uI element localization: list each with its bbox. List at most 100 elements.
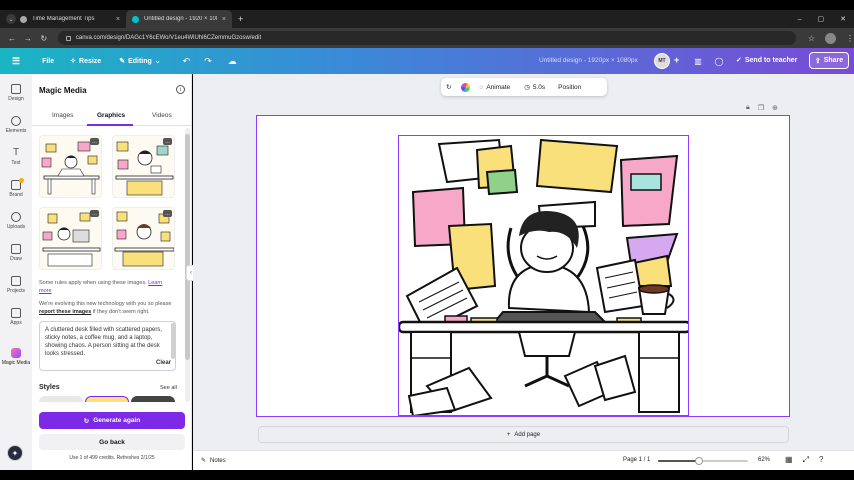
browser-tab-time-management[interactable]: Time Management Tips × — [14, 10, 126, 28]
zoom-slider-knob[interactable] — [694, 457, 703, 465]
close-window-button[interactable]: ✕ — [840, 15, 846, 23]
document-title[interactable]: Untitled design - 1920px × 1080px — [539, 57, 638, 64]
scrollbar-thumb[interactable] — [185, 134, 190, 360]
rail-item-apps[interactable]: Apps — [0, 308, 32, 326]
tab-search-icon[interactable]: ⌄ — [6, 14, 16, 24]
resize-label: Resize — [79, 57, 102, 65]
prompt-scrollbar[interactable] — [171, 323, 175, 359]
lock-icon[interactable]: 🔒︎ — [746, 104, 750, 112]
generated-graphic-1[interactable]: … — [39, 135, 102, 198]
add-collaborator-icon[interactable]: + — [674, 55, 679, 65]
zoom-level[interactable]: 62% — [758, 457, 770, 463]
canva-toolbar: ☰ File ✧ Resize ✎ Editing ⌄ ↶ ↷ ☁ Untitl… — [0, 48, 854, 74]
graphic-thumbnail-art — [41, 141, 100, 195]
help-icon[interactable]: ? — [819, 455, 823, 465]
rail-item-projects[interactable]: Projects — [0, 276, 32, 294]
clear-button[interactable]: Clear — [153, 359, 171, 367]
profile-avatar[interactable] — [825, 32, 836, 44]
user-avatar[interactable]: MT — [654, 53, 670, 69]
generate-again-button[interactable]: ↻ Generate again — [39, 412, 185, 429]
comments-icon[interactable]: ◯ — [712, 54, 726, 68]
animate-button[interactable]: ◌ Animate — [479, 84, 510, 91]
report-images-link[interactable]: report these images — [39, 309, 91, 315]
minimize-button[interactable]: – — [798, 16, 802, 23]
reload-icon[interactable]: ↻ — [36, 34, 52, 43]
info-icon[interactable]: i — [176, 85, 185, 94]
add-page-button[interactable]: + Add page — [258, 426, 789, 443]
style-option[interactable] — [131, 396, 175, 402]
main-menu-icon[interactable]: ☰ — [12, 56, 20, 67]
resize-button[interactable]: ✧ Resize — [70, 57, 102, 66]
tab-favicon-icon — [20, 15, 27, 23]
page-indicator[interactable]: Page 1 / 1 — [623, 457, 650, 463]
forward-arrow-icon[interactable]: → — [20, 34, 36, 43]
check-circle-icon: ✓ — [736, 57, 742, 64]
tab-close-icon[interactable]: × — [116, 16, 120, 23]
generate-again-label: Generate again — [93, 417, 141, 424]
bookmark-star-icon[interactable]: ☆ — [808, 34, 815, 43]
rail-label: Uploads — [6, 224, 26, 230]
zoom-slider-fill — [658, 460, 699, 462]
magic-assistant-icon[interactable]: ✦ — [7, 445, 23, 461]
rail-label: Text — [11, 160, 21, 166]
selected-graphic[interactable] — [398, 135, 689, 416]
insights-chart-icon[interactable]: ▥ — [691, 54, 705, 68]
generated-graphic-2[interactable]: … — [112, 135, 175, 198]
send-to-teacher-button[interactable]: ✓ Send to teacher — [736, 56, 797, 65]
cloud-save-icon[interactable]: ☁ — [228, 56, 237, 67]
prompt-textarea[interactable]: A cluttered desk filled with scattered p… — [39, 321, 176, 371]
regenerate-icon[interactable]: ↻ — [446, 83, 451, 91]
browser-tab-bar: ⌄ Time Management Tips × Untitled design… — [0, 10, 854, 28]
maximize-button[interactable]: ▢ — [818, 15, 825, 23]
tab-images[interactable]: Images — [52, 112, 73, 119]
zoom-slider[interactable] — [658, 457, 748, 465]
graphic-thumbnail-art — [42, 212, 101, 267]
generated-graphic-4[interactable]: … — [112, 207, 175, 270]
redo-button[interactable]: ↷ — [204, 56, 212, 67]
magic-media-icon — [11, 348, 21, 358]
clock-icon: ◷ — [524, 84, 530, 91]
browser-menu-icon[interactable]: ⋮ — [846, 34, 854, 43]
tab-title: Time Management Tips — [32, 16, 95, 22]
text-icon: T — [12, 147, 20, 158]
file-menu-button[interactable]: File — [42, 58, 54, 65]
site-info-icon[interactable] — [65, 35, 71, 41]
tab-close-icon[interactable]: × — [222, 16, 226, 23]
tab-graphics[interactable]: Graphics — [97, 112, 125, 119]
tab-videos[interactable]: Videos — [152, 112, 172, 119]
style-option-selected[interactable] — [85, 396, 129, 402]
grid-view-icon[interactable]: ▦ — [785, 455, 793, 465]
url-field[interactable]: canva.com/design/DAGc1Y6cEWo/V1eu4WlUhl6… — [57, 31, 796, 45]
editing-mode-button[interactable]: ✎ Editing ⌄ — [119, 57, 160, 66]
rail-item-magic-media[interactable]: Magic Media — [0, 348, 32, 366]
rail-item-draw[interactable]: Draw — [0, 244, 32, 262]
browser-tab-untitled-design[interactable]: Untitled design - 1920 × 1080px × — [126, 10, 232, 28]
more-options-icon[interactable]: … — [90, 138, 99, 145]
see-all-styles-link[interactable]: See all — [160, 385, 177, 391]
fullscreen-icon[interactable]: ⤢ — [803, 455, 809, 465]
new-tab-button[interactable]: + — [238, 14, 243, 24]
design-icon — [11, 84, 21, 94]
back-arrow-icon[interactable]: ← — [4, 34, 20, 43]
color-edit-button[interactable] — [461, 82, 471, 92]
duration-button[interactable]: ◷ 5.0s — [524, 83, 545, 92]
add-page-icon[interactable]: ⊕ — [772, 104, 778, 112]
rail-item-elements[interactable]: Elements — [0, 116, 32, 134]
generated-graphic-3[interactable]: … — [39, 207, 102, 270]
rail-item-text[interactable]: T Text — [0, 147, 32, 167]
go-back-button[interactable]: Go back — [39, 434, 185, 450]
share-button[interactable]: ⇪ Share — [809, 52, 849, 69]
rail-label: Projects — [6, 288, 26, 294]
more-options-icon[interactable]: … — [163, 138, 172, 145]
duplicate-page-icon[interactable]: ❐ — [758, 104, 764, 112]
undo-button[interactable]: ↶ — [183, 56, 191, 67]
notes-button[interactable]: ✎ Notes — [201, 457, 226, 465]
draw-icon — [11, 244, 21, 254]
rail-item-uploads[interactable]: Uploads — [0, 212, 32, 230]
rail-item-design[interactable]: Design — [0, 84, 32, 102]
more-options-icon[interactable]: … — [90, 210, 99, 217]
position-button[interactable]: Position — [558, 84, 581, 91]
style-option[interactable] — [39, 396, 83, 402]
more-options-icon[interactable]: … — [163, 210, 172, 217]
rail-item-brand[interactable]: Brand — [0, 180, 32, 198]
